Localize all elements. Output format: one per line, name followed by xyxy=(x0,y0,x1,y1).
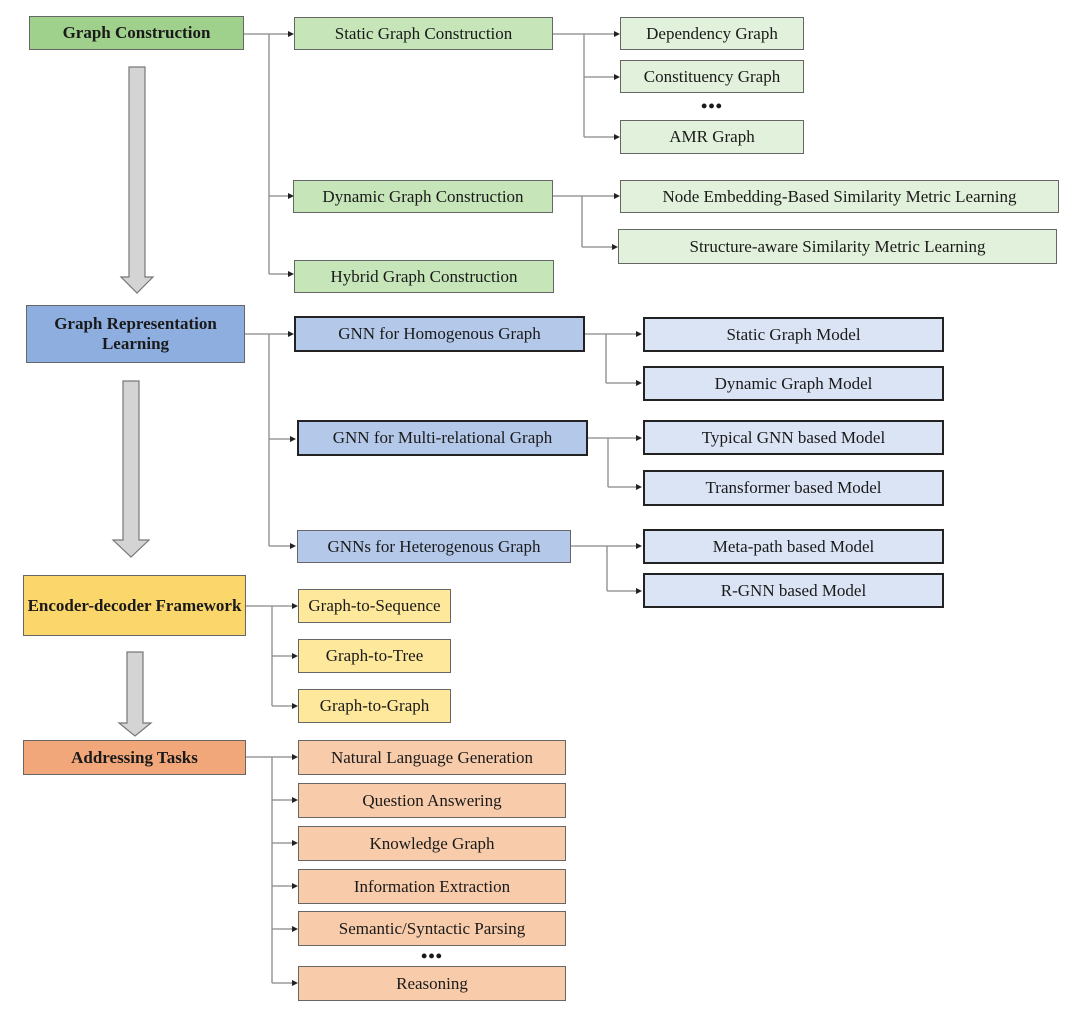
leaf-graph-to-graph: Graph-to-Graph xyxy=(298,689,451,723)
flow-arrow-representation-to-encoder xyxy=(111,380,151,558)
ellipsis-tasks: ••• xyxy=(421,946,443,966)
leaf-transformer-model: Transformer based Model xyxy=(643,470,944,506)
leaf-question-answering: Question Answering xyxy=(298,783,566,818)
leaf-static-graph-model: Static Graph Model xyxy=(643,317,944,352)
stage-graph-construction: Graph Construction xyxy=(29,16,244,50)
leaf-knowledge-graph: Knowledge Graph xyxy=(298,826,566,861)
node-hybrid-graph-construction: Hybrid Graph Construction xyxy=(294,260,554,293)
leaf-meta-path-model: Meta-path based Model xyxy=(643,529,944,564)
connector-tasks xyxy=(246,756,296,984)
leaf-structure-aware-similarity: Structure-aware Similarity Metric Learni… xyxy=(618,229,1057,264)
connector-dynamic xyxy=(552,195,618,248)
leaf-node-embedding-similarity: Node Embedding-Based Similarity Metric L… xyxy=(620,180,1059,213)
leaf-constituency-graph: Constituency Graph xyxy=(620,60,804,93)
stage-graph-representation-learning: Graph Representation Learning xyxy=(26,305,245,363)
stage-encoder-decoder-framework: Encoder-decoder Framework xyxy=(23,575,246,636)
flow-arrow-encoder-to-tasks xyxy=(117,651,153,737)
node-gnn-multi-relational: GNN for Multi-relational Graph xyxy=(297,420,588,456)
leaf-dynamic-graph-model: Dynamic Graph Model xyxy=(643,366,944,401)
leaf-typical-gnn-model: Typical GNN based Model xyxy=(643,420,944,455)
connector-lines xyxy=(111,31,642,986)
connector-representation xyxy=(245,333,294,547)
connector-heterogenous xyxy=(570,545,640,592)
connector-homogenous xyxy=(584,333,640,384)
leaf-semantic-syntactic-parsing: Semantic/Syntactic Parsing xyxy=(298,911,566,946)
leaf-natural-language-generation: Natural Language Generation xyxy=(298,740,566,775)
flow-arrow-construction-to-representation xyxy=(119,66,155,294)
connector-multirelational xyxy=(587,437,640,488)
connector-static xyxy=(552,33,618,138)
node-dynamic-graph-construction: Dynamic Graph Construction xyxy=(293,180,553,213)
leaf-graph-to-tree: Graph-to-Tree xyxy=(298,639,451,673)
leaf-graph-to-sequence: Graph-to-Sequence xyxy=(298,589,451,623)
leaf-information-extraction: Information Extraction xyxy=(298,869,566,904)
connector-construction xyxy=(244,33,292,275)
leaf-reasoning: Reasoning xyxy=(298,966,566,1001)
leaf-r-gnn-model: R-GNN based Model xyxy=(643,573,944,608)
connector-encoder xyxy=(246,605,296,707)
ellipsis-static: ••• xyxy=(701,96,723,116)
node-static-graph-construction: Static Graph Construction xyxy=(294,17,553,50)
leaf-dependency-graph: Dependency Graph xyxy=(620,17,804,50)
node-gnn-homogenous: GNN for Homogenous Graph xyxy=(294,316,585,352)
stage-addressing-tasks: Addressing Tasks xyxy=(23,740,246,775)
node-gnns-heterogenous: GNNs for Heterogenous Graph xyxy=(297,530,571,563)
leaf-amr-graph: AMR Graph xyxy=(620,120,804,154)
